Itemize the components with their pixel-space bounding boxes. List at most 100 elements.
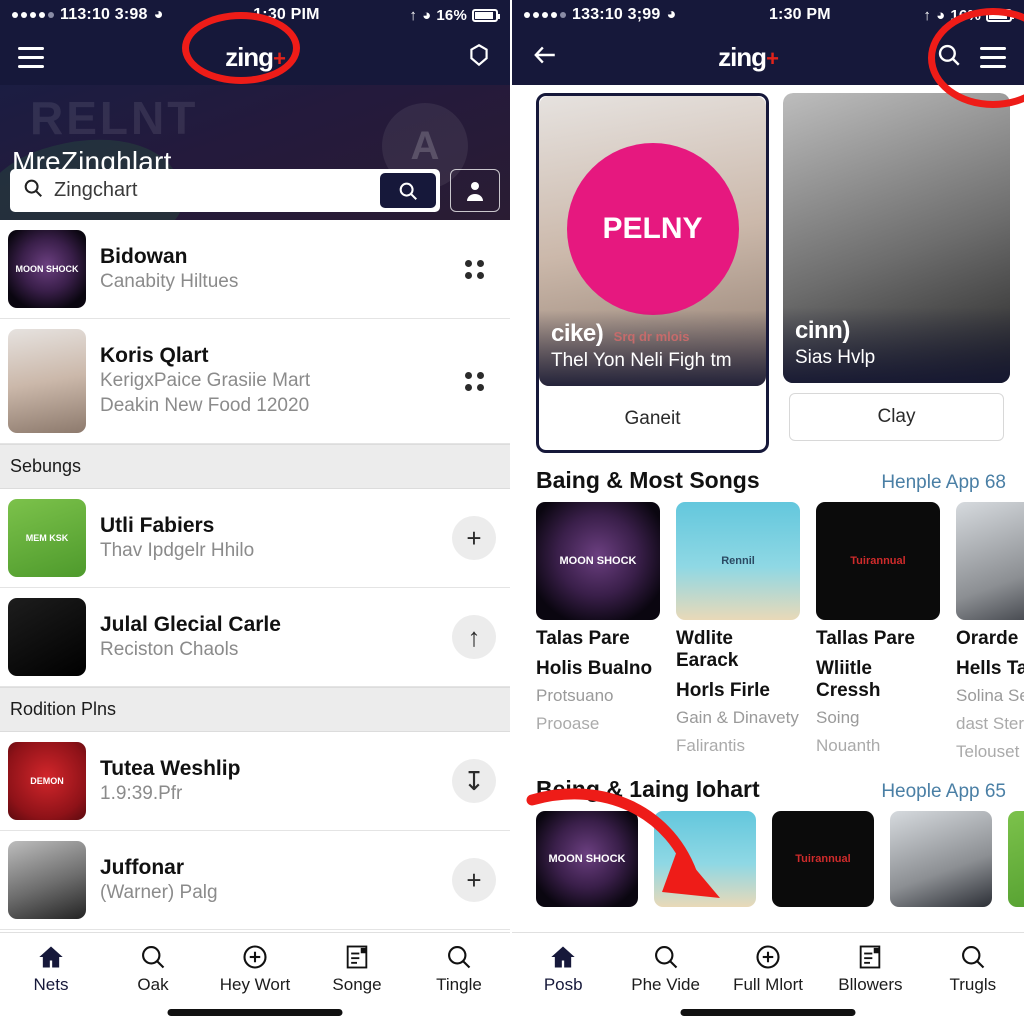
- section-link[interactable]: Heople App 65: [881, 781, 1006, 803]
- right-appbar-actions: [936, 42, 1006, 73]
- right-app-bar: zing+: [512, 30, 1024, 85]
- carousel-item[interactable]: Tuirannual: [772, 811, 874, 908]
- tab-label: Songe: [332, 975, 382, 994]
- tab-label: Hey Wort: [219, 975, 291, 994]
- left-result-list: MOON SHOCK Bidowan Canabity Hiltues Kori…: [0, 220, 510, 930]
- search-submit-button[interactable]: [380, 173, 436, 208]
- tab-news[interactable]: Songe: [306, 943, 408, 995]
- tab-search[interactable]: Phe Vide: [614, 943, 716, 995]
- item-text: Koris Qlart KerigxPaice Grasiie Mart Dea…: [100, 343, 436, 419]
- back-arrow-icon[interactable]: [530, 42, 560, 73]
- item-artwork: Tuirannual: [772, 811, 874, 908]
- item-action[interactable]: +: [450, 516, 498, 560]
- item-action[interactable]: ↧: [450, 759, 498, 803]
- app-logo[interactable]: zing+: [718, 42, 779, 73]
- artwork-label: MEM KSK: [25, 533, 69, 543]
- tab-search[interactable]: Oak: [102, 943, 204, 995]
- list-item[interactable]: Koris Qlart KerigxPaice Grasiie Mart Dea…: [0, 319, 510, 444]
- right-screen: 133:10 3;99 ◕ 1:30 PM ↑ ◕ 16% zing+ PELN…: [512, 0, 1024, 1024]
- tab-explore[interactable]: Trugls: [922, 943, 1024, 995]
- left-hero-banner: RELNT A MreZinghlart: [0, 85, 510, 220]
- item-subtitle-2: Nouanth: [816, 735, 881, 755]
- promo-kicker: Srq dr mlois: [613, 329, 690, 344]
- search-input[interactable]: [54, 179, 370, 202]
- logo-plus-icon: +: [273, 46, 286, 71]
- list-item[interactable]: Julal Glecial Carle Reciston Chaols ↑: [0, 588, 510, 687]
- item-subtitle: Reciston Chaols: [100, 638, 239, 660]
- wifi-icon: ◕: [666, 6, 677, 23]
- list-item[interactable]: Juffonar (Warner) Palg +: [0, 831, 510, 930]
- promo-brand-row: cinn): [795, 317, 998, 345]
- section-header: Baing & Most Songs Henple App 68: [512, 453, 1024, 502]
- carousel-item[interactable]: Tuirannual Tallas Pare Wliitle Cressh So…: [816, 502, 940, 762]
- item-subtitle: Thav Ipdgelr Hhilo: [100, 539, 255, 561]
- carousel-item[interactable]: [890, 811, 992, 908]
- tab-label: Phe Vide: [631, 975, 700, 994]
- item-artwork: MOON SHOCK: [536, 811, 638, 908]
- settings-gear-icon[interactable]: [466, 42, 492, 73]
- tab-add[interactable]: Hey Wort: [204, 943, 306, 995]
- section-link[interactable]: Henple App 68: [881, 472, 1006, 494]
- list-item[interactable]: MOON SHOCK Bidowan Canabity Hiltues: [0, 220, 510, 319]
- item-artwork: [654, 811, 756, 908]
- promo-card[interactable]: PELNY cike) Srq dr mlois Thel Yon Neli F…: [536, 93, 769, 453]
- tab-label: Oak: [137, 975, 169, 994]
- plus-icon[interactable]: +: [452, 516, 496, 560]
- signal-dots-icon: [524, 12, 566, 18]
- carousel-item[interactable]: MOON SHOCK Talas Pare Holis Bualno Prots…: [536, 502, 660, 762]
- signal-dots-icon: [12, 12, 54, 18]
- search-box[interactable]: [10, 169, 440, 212]
- tab-news[interactable]: Bllowers: [819, 943, 921, 995]
- tab-home[interactable]: Posb: [512, 943, 614, 995]
- artwork-label: Rennil: [721, 555, 755, 567]
- section-title: Being & 1aing Iohart: [536, 776, 760, 803]
- carousel-item[interactable]: Rennil Wdlite Earack Horls Firle Gain & …: [676, 502, 800, 762]
- item-artwork: Tuirannual: [816, 502, 940, 620]
- home-indicator: [167, 1009, 343, 1016]
- grid-dots-icon[interactable]: [464, 259, 484, 279]
- app-logo[interactable]: zing+: [225, 42, 286, 73]
- section-carousel[interactable]: MOON SHOCK Talas Pare Holis Bualno Prots…: [512, 502, 1024, 762]
- section-header: Being & 1aing Iohart Heople App 65: [512, 762, 1024, 811]
- promo-cta-button[interactable]: Clay: [789, 393, 1004, 441]
- hamburger-icon[interactable]: [979, 47, 1006, 68]
- carousel-item[interactable]: [1008, 811, 1024, 908]
- item-title-2: Hells Tai: [956, 657, 1024, 679]
- tab-label: Nets: [33, 975, 69, 994]
- artwork-label: MOON SHOCK: [559, 555, 637, 567]
- item-action[interactable]: [450, 371, 498, 391]
- list-item[interactable]: MEM KSK Utli Fabiers Thav Ipdgelr Hhilo …: [0, 489, 510, 588]
- tab-explore[interactable]: Tingle: [408, 943, 510, 995]
- list-section-header: Sebungs: [0, 444, 510, 489]
- people-icon-button[interactable]: [450, 169, 500, 212]
- promo-overlay: cinn) Sias Hvlp: [783, 307, 1010, 383]
- item-text: Bidowan Canabity Hiltues: [100, 244, 436, 295]
- carousel-item[interactable]: [654, 811, 756, 908]
- location-arrow-icon: ↑: [923, 6, 932, 24]
- promo-card[interactable]: cinn) Sias Hvlp Clay: [783, 93, 1010, 453]
- news-icon: [346, 945, 368, 969]
- item-action[interactable]: ↑: [450, 615, 498, 659]
- item-artwork: MEM KSK: [8, 499, 86, 577]
- tab-home[interactable]: Nets: [0, 943, 102, 995]
- hamburger-icon[interactable]: [18, 47, 44, 68]
- item-artwork: MOON SHOCK: [8, 230, 86, 308]
- item-text: Julal Glecial Carle Reciston Chaols: [100, 612, 436, 663]
- upload-icon[interactable]: ↑: [452, 615, 496, 659]
- plus-icon[interactable]: +: [452, 858, 496, 902]
- download-icon[interactable]: ↧: [452, 759, 496, 803]
- home-icon: [39, 946, 63, 968]
- tab-add[interactable]: Full Mlort: [717, 943, 819, 995]
- item-action[interactable]: [450, 259, 498, 279]
- grid-dots-icon[interactable]: [464, 371, 484, 391]
- carousel-item[interactable]: MOON SHOCK: [536, 811, 638, 908]
- item-action[interactable]: +: [450, 858, 498, 902]
- item-title: Julal Glecial Carle: [100, 612, 281, 636]
- item-subtitle: Protsuano: [536, 685, 614, 705]
- promo-cta-button[interactable]: Ganeit: [545, 396, 760, 442]
- section-carousel[interactable]: MOON SHOCK Tuirannual: [512, 811, 1024, 908]
- list-item[interactable]: DEMON Tutea Weshlip 1.9:39.Pfr ↧: [0, 732, 510, 831]
- carousel-item[interactable]: Orarde E Hells Tai Solina Selo dast Ster…: [956, 502, 1024, 762]
- search-icon[interactable]: [936, 42, 962, 73]
- status-right: ↑ ◕ 16%: [409, 7, 500, 24]
